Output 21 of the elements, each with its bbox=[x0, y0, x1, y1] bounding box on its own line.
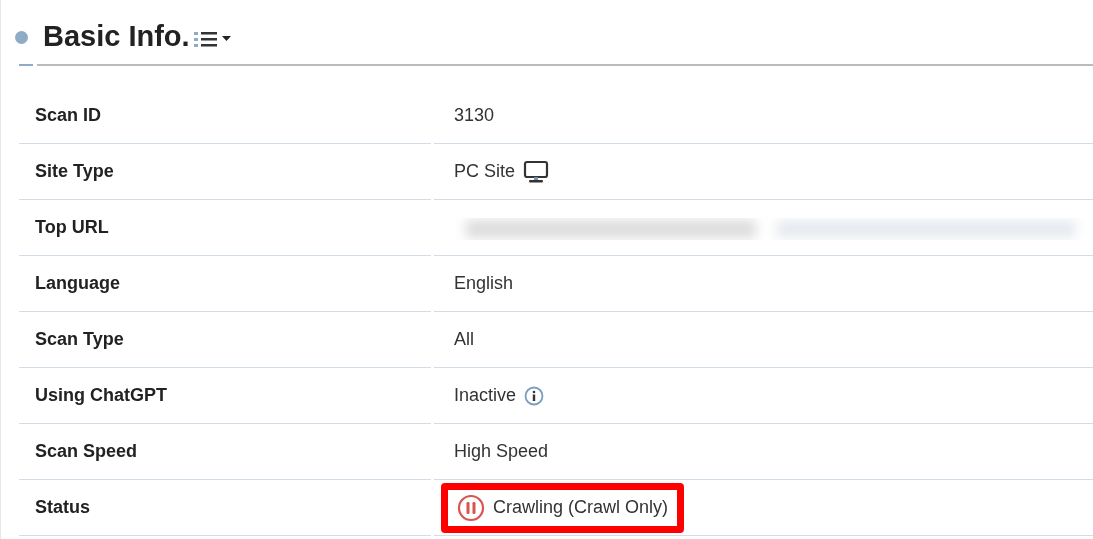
field-label: Top URL bbox=[35, 216, 109, 239]
field-value: All bbox=[454, 328, 474, 351]
field-value: English bbox=[454, 272, 514, 295]
field-label: Using ChatGPT bbox=[35, 384, 167, 407]
section-title: Basic Info. bbox=[43, 19, 190, 55]
field-value: 3130 bbox=[454, 104, 495, 127]
caret-icon bbox=[221, 36, 231, 42]
field-label: Site Type bbox=[35, 160, 114, 183]
field-label: Status bbox=[35, 496, 90, 519]
field-value: High Speed bbox=[454, 440, 549, 463]
field-label: Language bbox=[35, 272, 120, 295]
monitor-icon bbox=[523, 159, 550, 184]
info-icon[interactable] bbox=[524, 385, 545, 406]
field-value: PC Site bbox=[454, 160, 516, 183]
field-value: Crawling (Crawl Only) bbox=[493, 496, 669, 519]
field-label: Scan Speed bbox=[35, 440, 138, 463]
pause-icon bbox=[457, 493, 485, 522]
field-label: Scan Type bbox=[35, 328, 124, 351]
bullet-icon bbox=[15, 30, 28, 44]
field-value: Inactive bbox=[454, 384, 517, 407]
field-label: Scan ID bbox=[35, 104, 102, 127]
